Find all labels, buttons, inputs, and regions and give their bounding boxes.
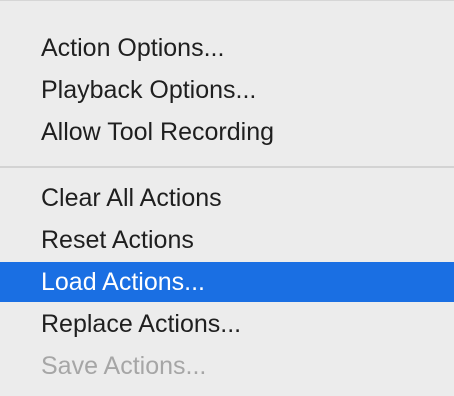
menu-item-clear-all-actions[interactable]: Clear All Actions xyxy=(0,178,454,218)
menu-item-load-actions[interactable]: Load Actions... xyxy=(0,262,454,302)
menu-item-reset-actions[interactable]: Reset Actions xyxy=(0,220,454,260)
menu-item-replace-actions[interactable]: Replace Actions... xyxy=(0,304,454,344)
menu-separator xyxy=(0,166,454,168)
menu-item-action-options[interactable]: Action Options... xyxy=(0,28,454,68)
menu-item-playback-options[interactable]: Playback Options... xyxy=(0,70,454,110)
menu-item-allow-tool-recording[interactable]: Allow Tool Recording xyxy=(0,112,454,152)
context-menu: Action Options... Playback Options... Al… xyxy=(0,0,454,396)
menu-item-save-actions: Save Actions... xyxy=(41,352,207,380)
